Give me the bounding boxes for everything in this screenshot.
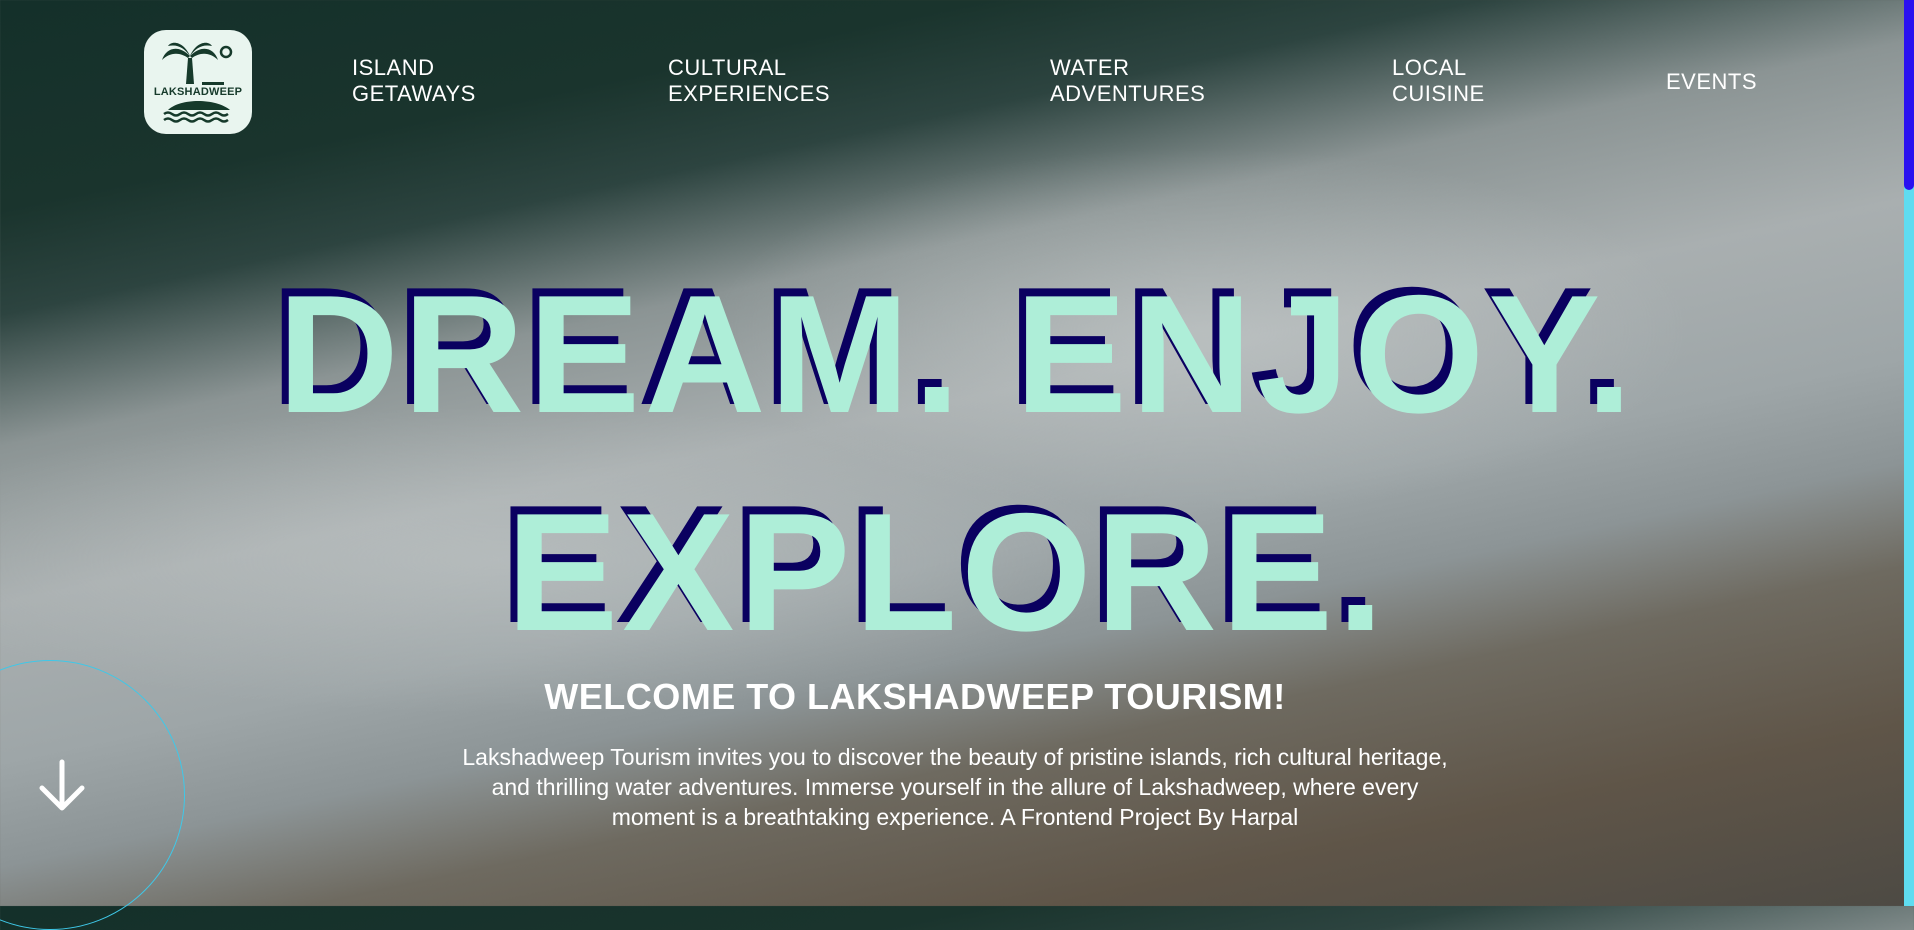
scrollbar-thumb[interactable] [1904,0,1914,190]
hero-description: Lakshadweep Tourism invites you to disco… [462,744,1448,830]
scrollbar[interactable] [1904,0,1914,906]
logo-text: LAKSHADWEEP [153,86,243,98]
logo[interactable]: LAKSHADWEEP [144,30,252,134]
palm-tree-icon [162,42,233,85]
headline-line-1: DREAM. ENJOY. [277,260,1637,448]
nav-label: CULTURAL [668,55,787,80]
nav-local-cuisine[interactable]: LOCAL CUISINE [1392,55,1485,107]
nav-water-adventures[interactable]: WATER ADVENTURES [1050,55,1205,107]
headline-line-2: EXPLORE. [506,478,1388,666]
welcome-heading: WELCOME TO LAKSHADWEEP TOURISM! [544,676,1286,717]
nav-label: CUISINE [1392,81,1485,106]
hero-section: LAKSHADWEEP ISLAND GETAWAYS CULTURAL EXPER… [0,0,1914,930]
nav-label: ISLAND [352,55,435,80]
arrow-down-icon[interactable] [36,758,88,814]
nav-label: ADVENTURES [1050,81,1206,106]
nav-label: WATER [1050,55,1130,80]
nav-cultural-experiences[interactable]: CULTURAL EXPERIENCES [668,55,830,107]
nav-label: EXPERIENCES [668,81,830,106]
nav-label: LOCAL [1392,55,1467,80]
nav-label: EVENTS [1666,69,1758,94]
island-waves-icon [163,101,230,123]
nav-events[interactable]: EVENTS [1666,69,1757,95]
nav-label: GETAWAYS [352,81,476,106]
nav-island-getaways[interactable]: ISLAND GETAWAYS [352,55,476,107]
